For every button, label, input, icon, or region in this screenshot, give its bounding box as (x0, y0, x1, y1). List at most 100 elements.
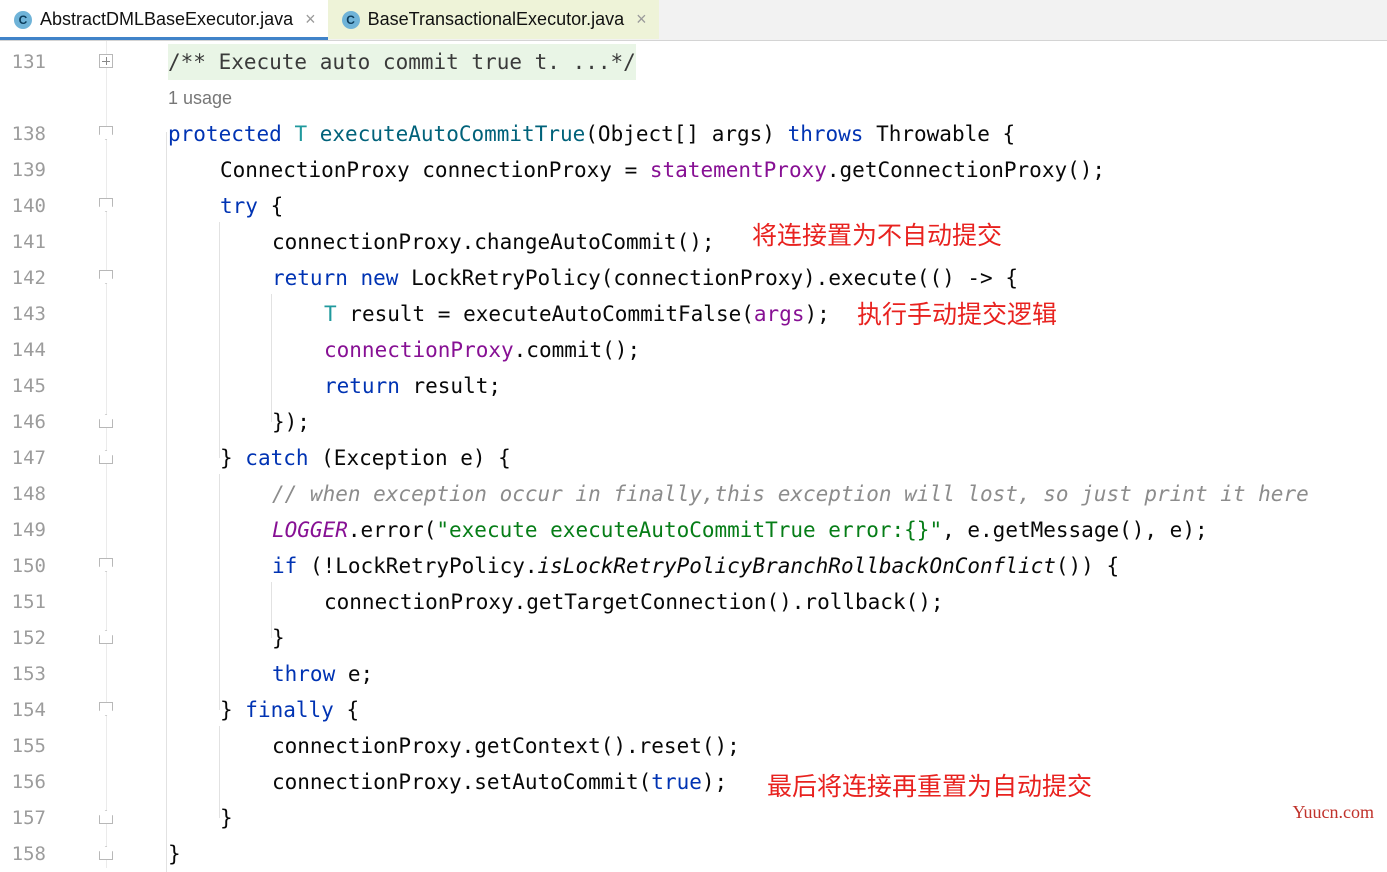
code-segment: .commit(); (513, 338, 641, 362)
field-ref: args (753, 302, 805, 326)
fold-collapse-icon[interactable] (99, 270, 113, 284)
code-text: connectionProxy.getTargetConnection().ro… (324, 590, 944, 614)
close-icon[interactable]: × (305, 9, 316, 30)
code-text: } (168, 842, 181, 866)
annotation-no-autocommit: 将连接置为不自动提交 (752, 221, 1003, 250)
code-line: 142 return new LockRetryPolicy(connectio… (0, 260, 1387, 296)
code-line: 154 } finally { (0, 692, 1387, 728)
keyword: try (220, 194, 258, 218)
code-line: 156 connectionProxy.setAutoCommit(true);… (0, 764, 1387, 801)
code-text: connectionProxy.commit(); (324, 332, 640, 368)
code-text: ConnectionProxy connectionProxy = statem… (220, 152, 1105, 188)
fold-collapse-icon[interactable] (99, 126, 113, 140)
code-text: return new LockRetryPolicy(connectionPro… (272, 260, 1018, 296)
field-ref: connectionProxy (324, 338, 514, 362)
line-number: 147 (11, 447, 46, 469)
code-segment: ()) { (1055, 554, 1120, 578)
code-text: try { (220, 188, 283, 224)
params: (Object[] args) (585, 122, 788, 146)
code-line: 153 throw e; (0, 656, 1387, 692)
line-number: 141 (11, 231, 46, 253)
type-param: T (324, 302, 337, 326)
code-segment: , e.getMessage(), e); (942, 518, 1208, 542)
code-segment: (!LockRetryPolicy. (297, 554, 538, 578)
line-number: 144 (11, 339, 46, 361)
keyword: if (272, 554, 298, 578)
code-line: 143 T result = executeAutoCommitFalse(ar… (0, 296, 1387, 332)
code-line: 155 connectionProxy.getContext().reset()… (0, 728, 1387, 764)
line-number: 148 (11, 483, 46, 505)
fold-collapse-icon[interactable] (99, 846, 113, 860)
code-segment: result = executeAutoCommitFalse( (336, 302, 754, 326)
code-line: 150 if (!LockRetryPolicy.isLockRetryPoli… (0, 548, 1387, 584)
doc-comment-collapsed[interactable]: /** Execute auto commit true t. ...*/ (168, 44, 636, 80)
keyword: protected (168, 122, 282, 146)
code-segment: connectionProxy.setAutoCommit( (272, 770, 652, 794)
class-icon: C (341, 10, 360, 29)
code-text: if (!LockRetryPolicy.isLockRetryPolicyBr… (272, 548, 1119, 584)
code-segment: { (333, 698, 360, 722)
line-number: 158 (11, 843, 46, 865)
code-text: T result = executeAutoCommitFalse(args); (324, 296, 830, 332)
code-line: 138 protected T executeAutoCommitTrue(Ob… (0, 116, 1387, 152)
keyword: return (272, 266, 348, 290)
code-rest: Throwable { (863, 122, 1016, 146)
fold-expand-icon[interactable] (99, 54, 113, 68)
static-field-ref: LOGGER (272, 518, 348, 542)
keyword: finally (245, 698, 334, 722)
usage-hint[interactable]: 1 usage (168, 80, 232, 116)
watermark: Yuucn.com (1292, 802, 1374, 822)
code-text: connectionProxy.changeAutoCommit(); (272, 230, 715, 254)
line-number: 138 (11, 123, 46, 145)
code-line: 148 // when exception occur in finally,t… (0, 476, 1387, 512)
fold-collapse-icon[interactable] (99, 558, 113, 572)
keyword: catch (245, 446, 309, 470)
code-segment: ); (701, 770, 728, 794)
code-editor[interactable]: 131 /** Execute auto commit true t. ...*… (0, 41, 1387, 872)
code-segment: .getConnectionProxy(); (826, 158, 1106, 182)
tab-abstract-dml-base-executor[interactable]: C AbstractDMLBaseExecutor.java × (0, 0, 328, 40)
fold-collapse-icon[interactable] (99, 702, 113, 716)
code-text: } (220, 806, 233, 830)
code-segment: } (220, 446, 246, 470)
code-text: }); (272, 410, 310, 434)
line-number: 131 (11, 51, 46, 73)
line-number: 139 (11, 159, 46, 181)
code-text: connectionProxy.setAutoCommit(true); (272, 764, 727, 800)
code-segment: ConnectionProxy connectionProxy = (220, 158, 650, 182)
tab-base-transactional-executor[interactable]: C BaseTransactionalExecutor.java × (327, 0, 659, 39)
fold-collapse-icon[interactable] (99, 414, 113, 428)
keyword: throw (272, 662, 336, 686)
code-line: 139 ConnectionProxy connectionProxy = st… (0, 152, 1387, 188)
code-line: 151 connectionProxy.getTargetConnection(… (0, 584, 1387, 620)
tab-label: BaseTransactionalExecutor.java (367, 9, 625, 29)
code-line: 146 }); (0, 404, 1387, 440)
code-line: 141 connectionProxy.changeAutoCommit(); … (0, 221, 1387, 260)
code-line: 152 } (0, 620, 1387, 656)
line-number: 143 (11, 303, 46, 325)
code-text: LOGGER.error("execute executeAutoCommitT… (272, 512, 1208, 548)
class-icon: C (14, 10, 32, 29)
tab-label: AbstractDMLBaseExecutor.java (40, 9, 294, 29)
string-literal: "execute executeAutoCommitTrue error:{}" (436, 518, 943, 542)
code-segment: { (257, 194, 284, 218)
line-number: 146 (11, 411, 46, 433)
code-text: throw e; (272, 656, 373, 692)
fold-collapse-icon[interactable] (99, 450, 113, 464)
line-number: 140 (11, 195, 46, 217)
code-text: } (272, 626, 285, 650)
fold-collapse-icon[interactable] (99, 810, 113, 824)
code-text: connectionProxy.getContext().reset(); (272, 734, 740, 758)
code-line: 131 /** Execute auto commit true t. ...*… (0, 44, 1387, 80)
static-method-ref: isLockRetryPolicyBranchRollbackOnConflic… (537, 554, 1056, 578)
code-line: 149 LOGGER.error("execute executeAutoCom… (0, 512, 1387, 548)
usage-hint-row: 1 usage (0, 80, 1387, 116)
code-line: 157 } (0, 800, 1387, 836)
line-number: 142 (11, 267, 46, 289)
code-text: protected T executeAutoCommitTrue(Object… (168, 116, 1015, 152)
fold-collapse-icon[interactable] (99, 630, 113, 644)
code-segment: } (220, 698, 246, 722)
line-number: 154 (11, 699, 46, 721)
fold-collapse-icon[interactable] (99, 198, 113, 212)
close-icon[interactable]: × (636, 9, 647, 30)
